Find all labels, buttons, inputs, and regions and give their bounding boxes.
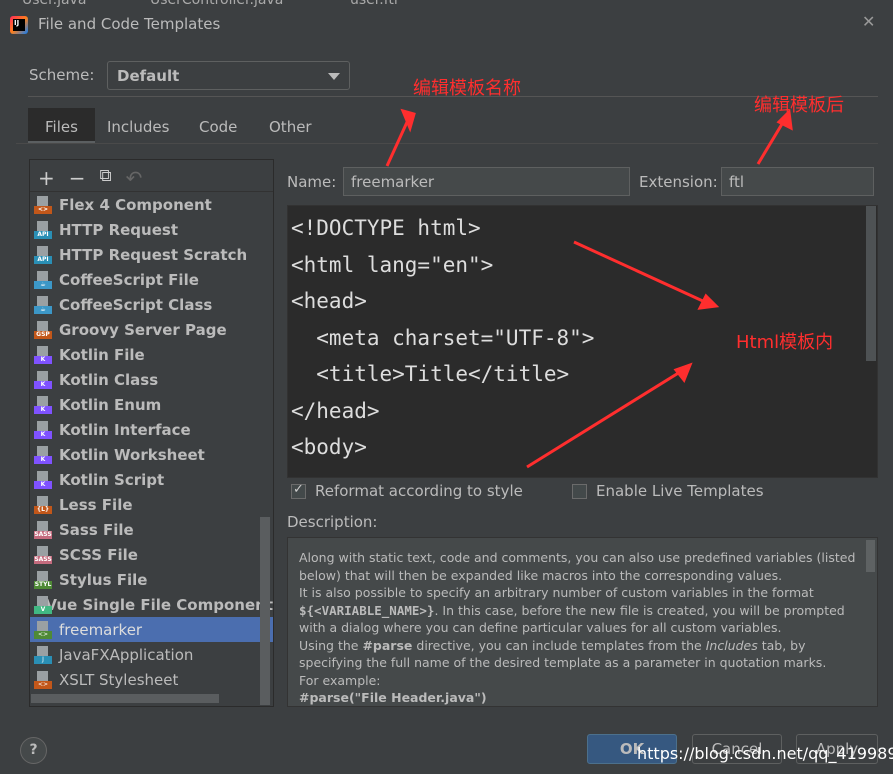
arrowhead: [697, 293, 720, 310]
annotation-label: Html模板内: [736, 332, 834, 353]
arrow-line: [573, 240, 706, 304]
annotation-label: 编辑模板后: [754, 95, 844, 116]
watermark: https://blog.csdn.net/qq_41998938: [637, 744, 893, 763]
arrow-line: [526, 370, 681, 469]
arrow-line: [756, 123, 784, 165]
arrow-line: [385, 119, 410, 167]
annotation-label: 编辑模板名称: [413, 78, 521, 99]
arrowhead: [673, 362, 693, 383]
